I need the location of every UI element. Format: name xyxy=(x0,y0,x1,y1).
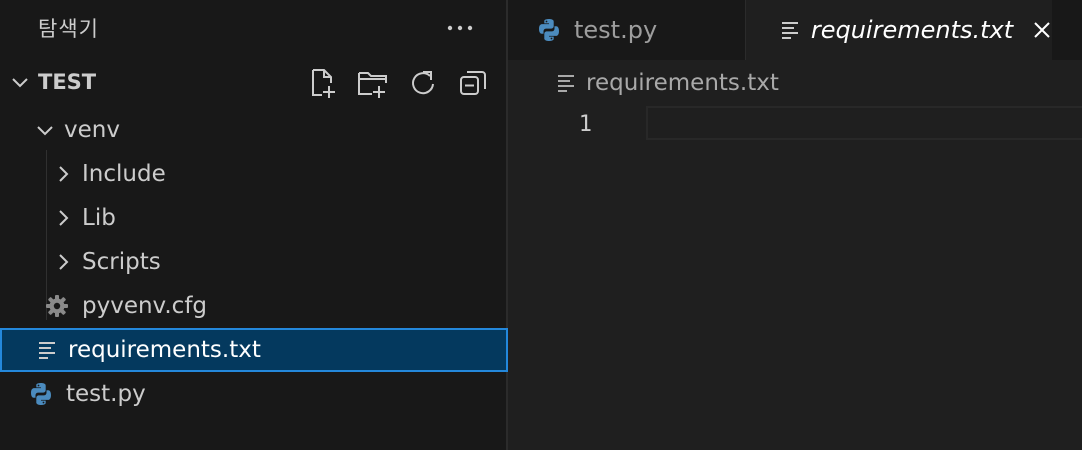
text-file-icon xyxy=(554,71,578,95)
tree-item-label: requirements.txt xyxy=(68,337,261,363)
editor-line[interactable]: 1 xyxy=(508,106,1082,142)
tab-bar: test.py requirements.txt xyxy=(508,0,1082,60)
tree-item-label: test.py xyxy=(66,381,146,407)
refresh-icon[interactable] xyxy=(404,64,442,102)
python-icon xyxy=(536,17,562,43)
vscode-window: 탐색기 TEST venv Include Lib Scripts pyvenv… xyxy=(0,0,1082,450)
tree-item-pyvenv-cfg[interactable]: pyvenv.cfg xyxy=(0,284,506,328)
tree-item-requirements-txt[interactable]: requirements.txt xyxy=(0,328,508,372)
breadcrumb[interactable]: requirements.txt xyxy=(508,60,1082,106)
tree-item-test-py[interactable]: test.py xyxy=(0,372,506,416)
ellipsis-icon[interactable] xyxy=(440,8,480,48)
close-icon[interactable] xyxy=(1031,17,1052,43)
chevron-right-icon xyxy=(50,161,76,187)
tab-test-py[interactable]: test.py xyxy=(508,0,746,60)
chevron-right-icon xyxy=(50,205,76,231)
collapse-all-icon[interactable] xyxy=(454,64,492,102)
tree-item-label: venv xyxy=(64,117,120,143)
tree-item-venv[interactable]: venv xyxy=(0,108,506,152)
gear-icon xyxy=(44,293,70,319)
current-line-highlight xyxy=(646,106,1082,140)
tab-label: requirements.txt xyxy=(810,16,1014,44)
tab-label: test.py xyxy=(574,16,658,44)
explorer-header: 탐색기 xyxy=(0,0,506,56)
tree-item-label: pyvenv.cfg xyxy=(82,293,208,319)
text-file-icon xyxy=(34,337,60,363)
section-actions xyxy=(304,64,492,102)
explorer-title: 탐색기 xyxy=(38,17,99,41)
text-file-icon xyxy=(780,17,801,43)
tree-item-scripts[interactable]: Scripts xyxy=(0,240,506,284)
tree-item-lib[interactable]: Lib xyxy=(0,196,506,240)
tree-item-include[interactable]: Include xyxy=(0,152,506,196)
chevron-right-icon xyxy=(50,249,76,275)
new-folder-icon[interactable] xyxy=(354,64,392,102)
section-header-test[interactable]: TEST xyxy=(0,56,506,108)
chevron-down-icon xyxy=(8,70,32,94)
tree-item-label: Scripts xyxy=(82,249,161,275)
tab-requirements-txt[interactable]: requirements.txt xyxy=(746,0,1052,60)
explorer-sidebar: 탐색기 TEST venv Include Lib Scripts pyvenv… xyxy=(0,0,508,450)
section-title: TEST xyxy=(38,70,97,94)
new-file-icon[interactable] xyxy=(304,64,342,102)
tree-item-label: Lib xyxy=(82,205,116,231)
editor-area: test.py requirements.txt requirements.tx… xyxy=(508,0,1082,450)
line-number: 1 xyxy=(578,111,592,137)
chevron-down-icon xyxy=(32,117,58,143)
breadcrumb-label: requirements.txt xyxy=(586,70,779,96)
python-icon xyxy=(28,381,54,407)
tree-item-label: Include xyxy=(82,161,166,187)
